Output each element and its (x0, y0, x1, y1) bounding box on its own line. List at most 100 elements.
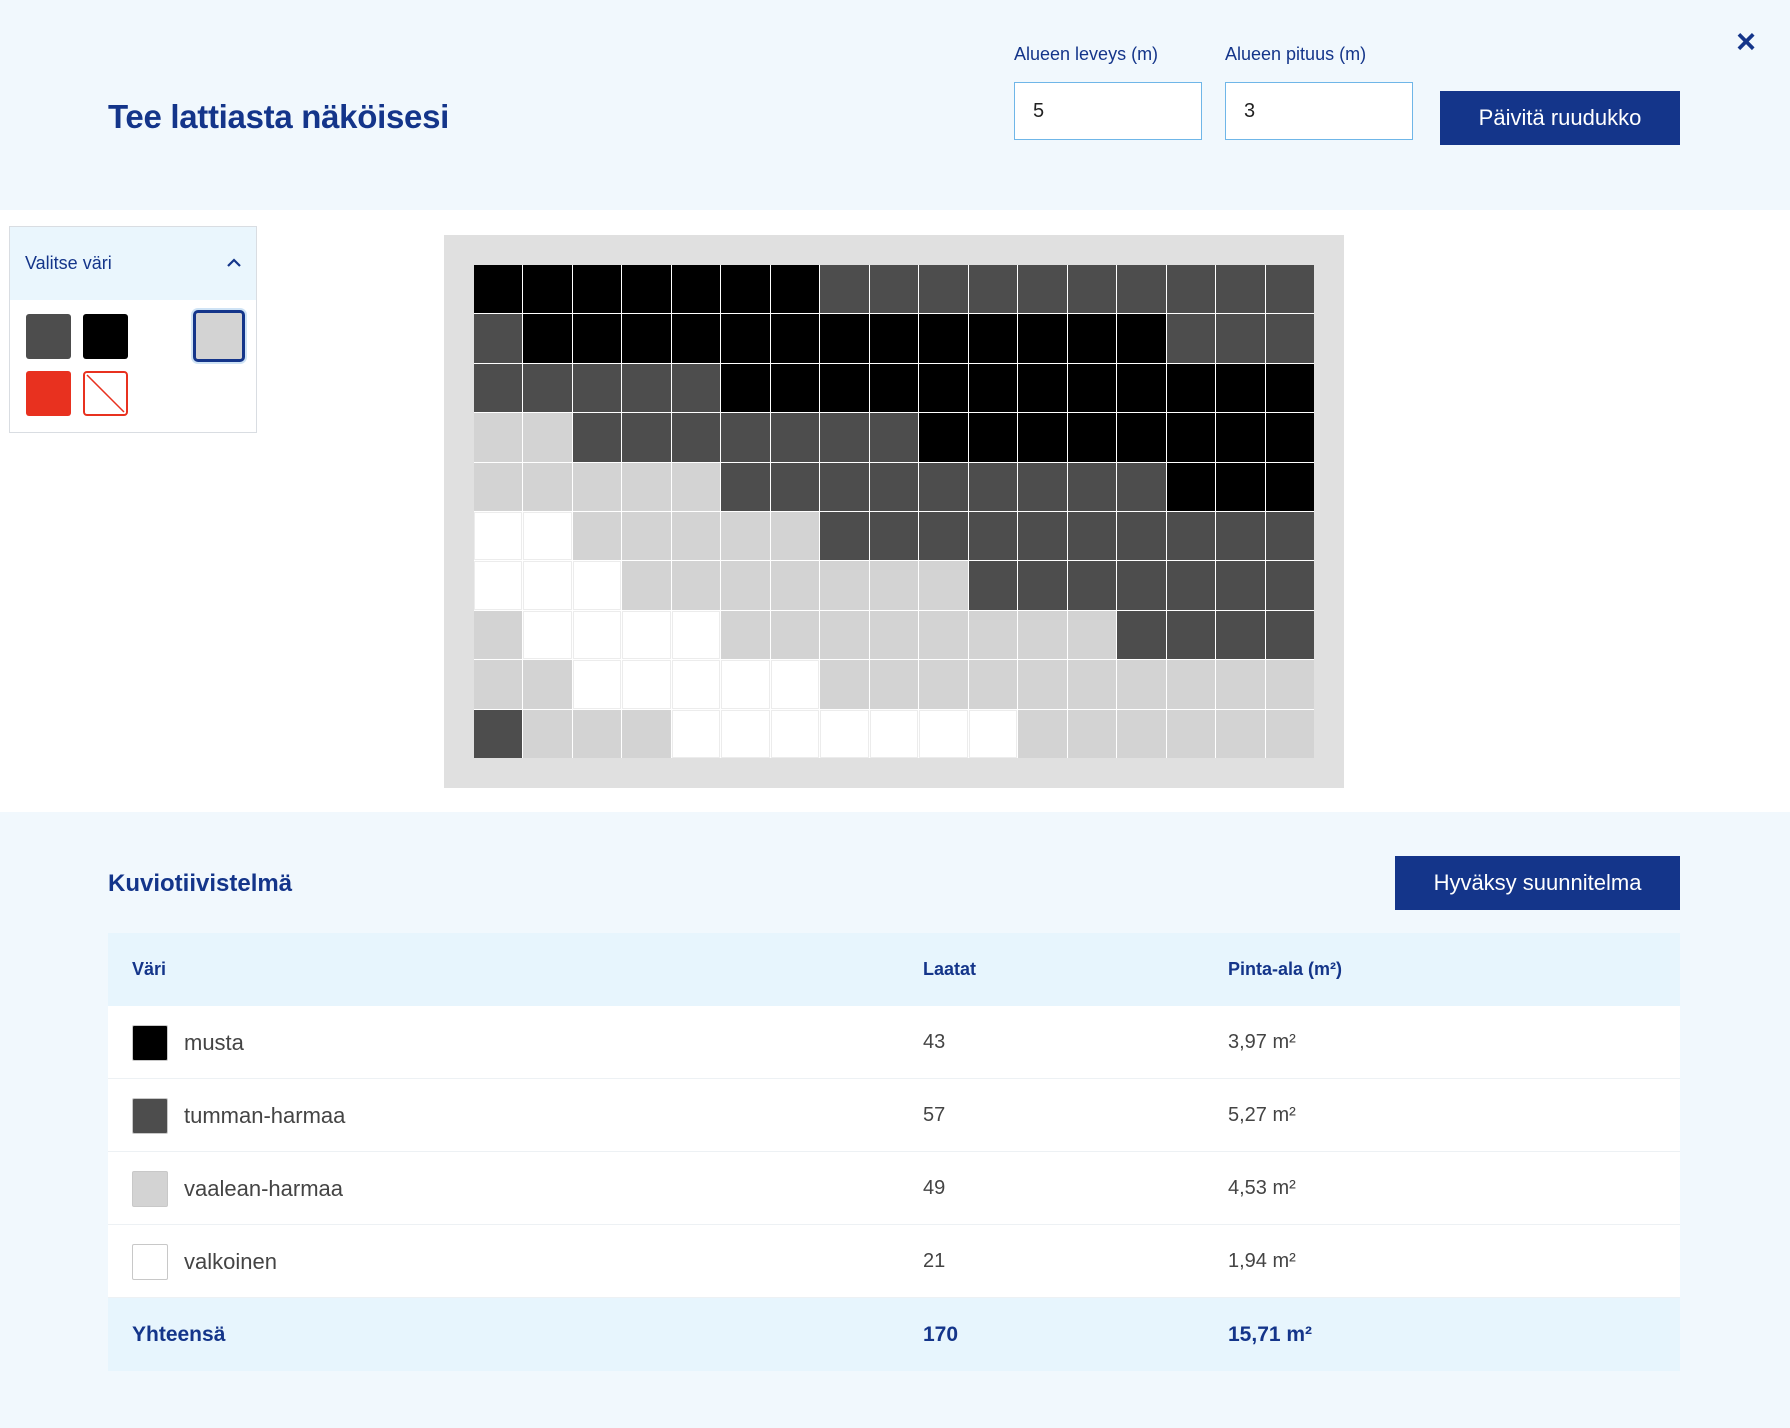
grid-tile[interactable] (622, 265, 671, 314)
grid-tile[interactable] (869, 660, 919, 709)
grid-tile[interactable] (869, 462, 919, 511)
grid-tile[interactable] (968, 363, 1018, 413)
grid-tile[interactable] (820, 610, 869, 660)
grid-tile[interactable] (671, 610, 721, 660)
grid-tile[interactable] (1067, 610, 1117, 660)
grid-tile[interactable] (622, 610, 671, 660)
grid-tile[interactable] (820, 512, 869, 561)
grid-tile[interactable] (919, 512, 968, 561)
grid-tile[interactable] (474, 610, 523, 660)
grid-tile[interactable] (968, 561, 1018, 610)
grid-tile[interactable] (1265, 363, 1314, 413)
grid-tile[interactable] (1117, 512, 1166, 561)
grid-tile[interactable] (572, 512, 622, 561)
grid-tile[interactable] (820, 709, 869, 758)
grid-tile[interactable] (820, 265, 869, 314)
grid-tile[interactable] (1265, 561, 1314, 610)
grid-tile[interactable] (1216, 709, 1265, 758)
grid-tile[interactable] (1265, 413, 1314, 462)
grid-tile[interactable] (1166, 660, 1216, 709)
grid-tile[interactable] (1265, 265, 1314, 314)
width-input[interactable] (1014, 82, 1202, 140)
grid-tile[interactable] (474, 660, 523, 709)
grid-tile[interactable] (671, 660, 721, 709)
grid-tile[interactable] (770, 265, 820, 314)
grid-tile[interactable] (1067, 660, 1117, 709)
grid-tile[interactable] (1216, 610, 1265, 660)
grid-tile[interactable] (968, 462, 1018, 511)
swatch-black[interactable] (83, 314, 128, 359)
chevron-up-icon[interactable] (226, 252, 242, 275)
grid-tile[interactable] (1166, 413, 1216, 462)
grid-tile[interactable] (523, 610, 572, 660)
grid-tile[interactable] (1166, 512, 1216, 561)
grid-tile[interactable] (869, 314, 919, 363)
grid-tile[interactable] (1018, 413, 1067, 462)
grid-tile[interactable] (968, 413, 1018, 462)
grid-tile[interactable] (1265, 610, 1314, 660)
grid-tile[interactable] (1216, 462, 1265, 511)
grid-tile[interactable] (671, 413, 721, 462)
grid-tile[interactable] (770, 413, 820, 462)
grid-tile[interactable] (1265, 512, 1314, 561)
grid-tile[interactable] (968, 512, 1018, 561)
grid-tile[interactable] (1117, 660, 1166, 709)
grid-tile[interactable] (671, 709, 721, 758)
grid-tile[interactable] (1018, 265, 1067, 314)
grid-tile[interactable] (820, 462, 869, 511)
grid-tile[interactable] (820, 314, 869, 363)
grid-tile[interactable] (820, 363, 869, 413)
grid-tile[interactable] (721, 265, 770, 314)
approve-plan-button[interactable]: Hyväksy suunnitelma (1395, 856, 1680, 910)
grid-tile[interactable] (919, 413, 968, 462)
grid-tile[interactable] (1216, 413, 1265, 462)
grid-tile[interactable] (869, 363, 919, 413)
grid-tile[interactable] (1117, 363, 1166, 413)
grid-tile[interactable] (1018, 709, 1067, 758)
grid-tile[interactable] (474, 363, 523, 413)
palette-header[interactable]: Valitse väri (10, 227, 256, 300)
grid-tile[interactable] (721, 363, 770, 413)
swatch-red[interactable] (26, 371, 71, 416)
grid-tile[interactable] (1067, 265, 1117, 314)
grid-tile[interactable] (770, 314, 820, 363)
grid-tile[interactable] (770, 610, 820, 660)
grid-tile[interactable] (474, 413, 523, 462)
swatch-white[interactable] (140, 314, 185, 359)
grid-tile[interactable] (523, 413, 572, 462)
eraser-icon[interactable] (83, 371, 128, 416)
grid-tile[interactable] (622, 512, 671, 561)
grid-tile[interactable] (572, 413, 622, 462)
grid-tile[interactable] (1018, 462, 1067, 511)
swatch-light-gray-selected[interactable] (193, 310, 245, 362)
grid-tile[interactable] (1067, 512, 1117, 561)
grid-tile[interactable] (474, 265, 523, 314)
grid-tile[interactable] (572, 610, 622, 660)
grid-tile[interactable] (671, 512, 721, 561)
grid-tile[interactable] (1216, 512, 1265, 561)
grid-tile[interactable] (869, 561, 919, 610)
grid-tile[interactable] (671, 314, 721, 363)
grid-tile[interactable] (622, 709, 671, 758)
grid-tile[interactable] (1117, 265, 1166, 314)
grid-tile[interactable] (1067, 462, 1117, 511)
grid-tile[interactable] (1067, 314, 1117, 363)
grid-tile[interactable] (869, 512, 919, 561)
grid-tile[interactable] (770, 561, 820, 610)
grid-tile[interactable] (721, 561, 770, 610)
grid-tile[interactable] (671, 363, 721, 413)
grid-tile[interactable] (869, 413, 919, 462)
grid-tile[interactable] (721, 314, 770, 363)
grid-tile[interactable] (968, 660, 1018, 709)
grid-tile[interactable] (622, 462, 671, 511)
grid-tile[interactable] (1067, 363, 1117, 413)
grid-tile[interactable] (919, 363, 968, 413)
grid-tile[interactable] (1067, 561, 1117, 610)
grid-tile[interactable] (1216, 660, 1265, 709)
grid-tile[interactable] (622, 561, 671, 610)
grid-tile[interactable] (572, 314, 622, 363)
length-input[interactable] (1225, 82, 1413, 140)
grid-tile[interactable] (1117, 610, 1166, 660)
grid-tile[interactable] (523, 265, 572, 314)
grid-tile[interactable] (523, 512, 572, 561)
